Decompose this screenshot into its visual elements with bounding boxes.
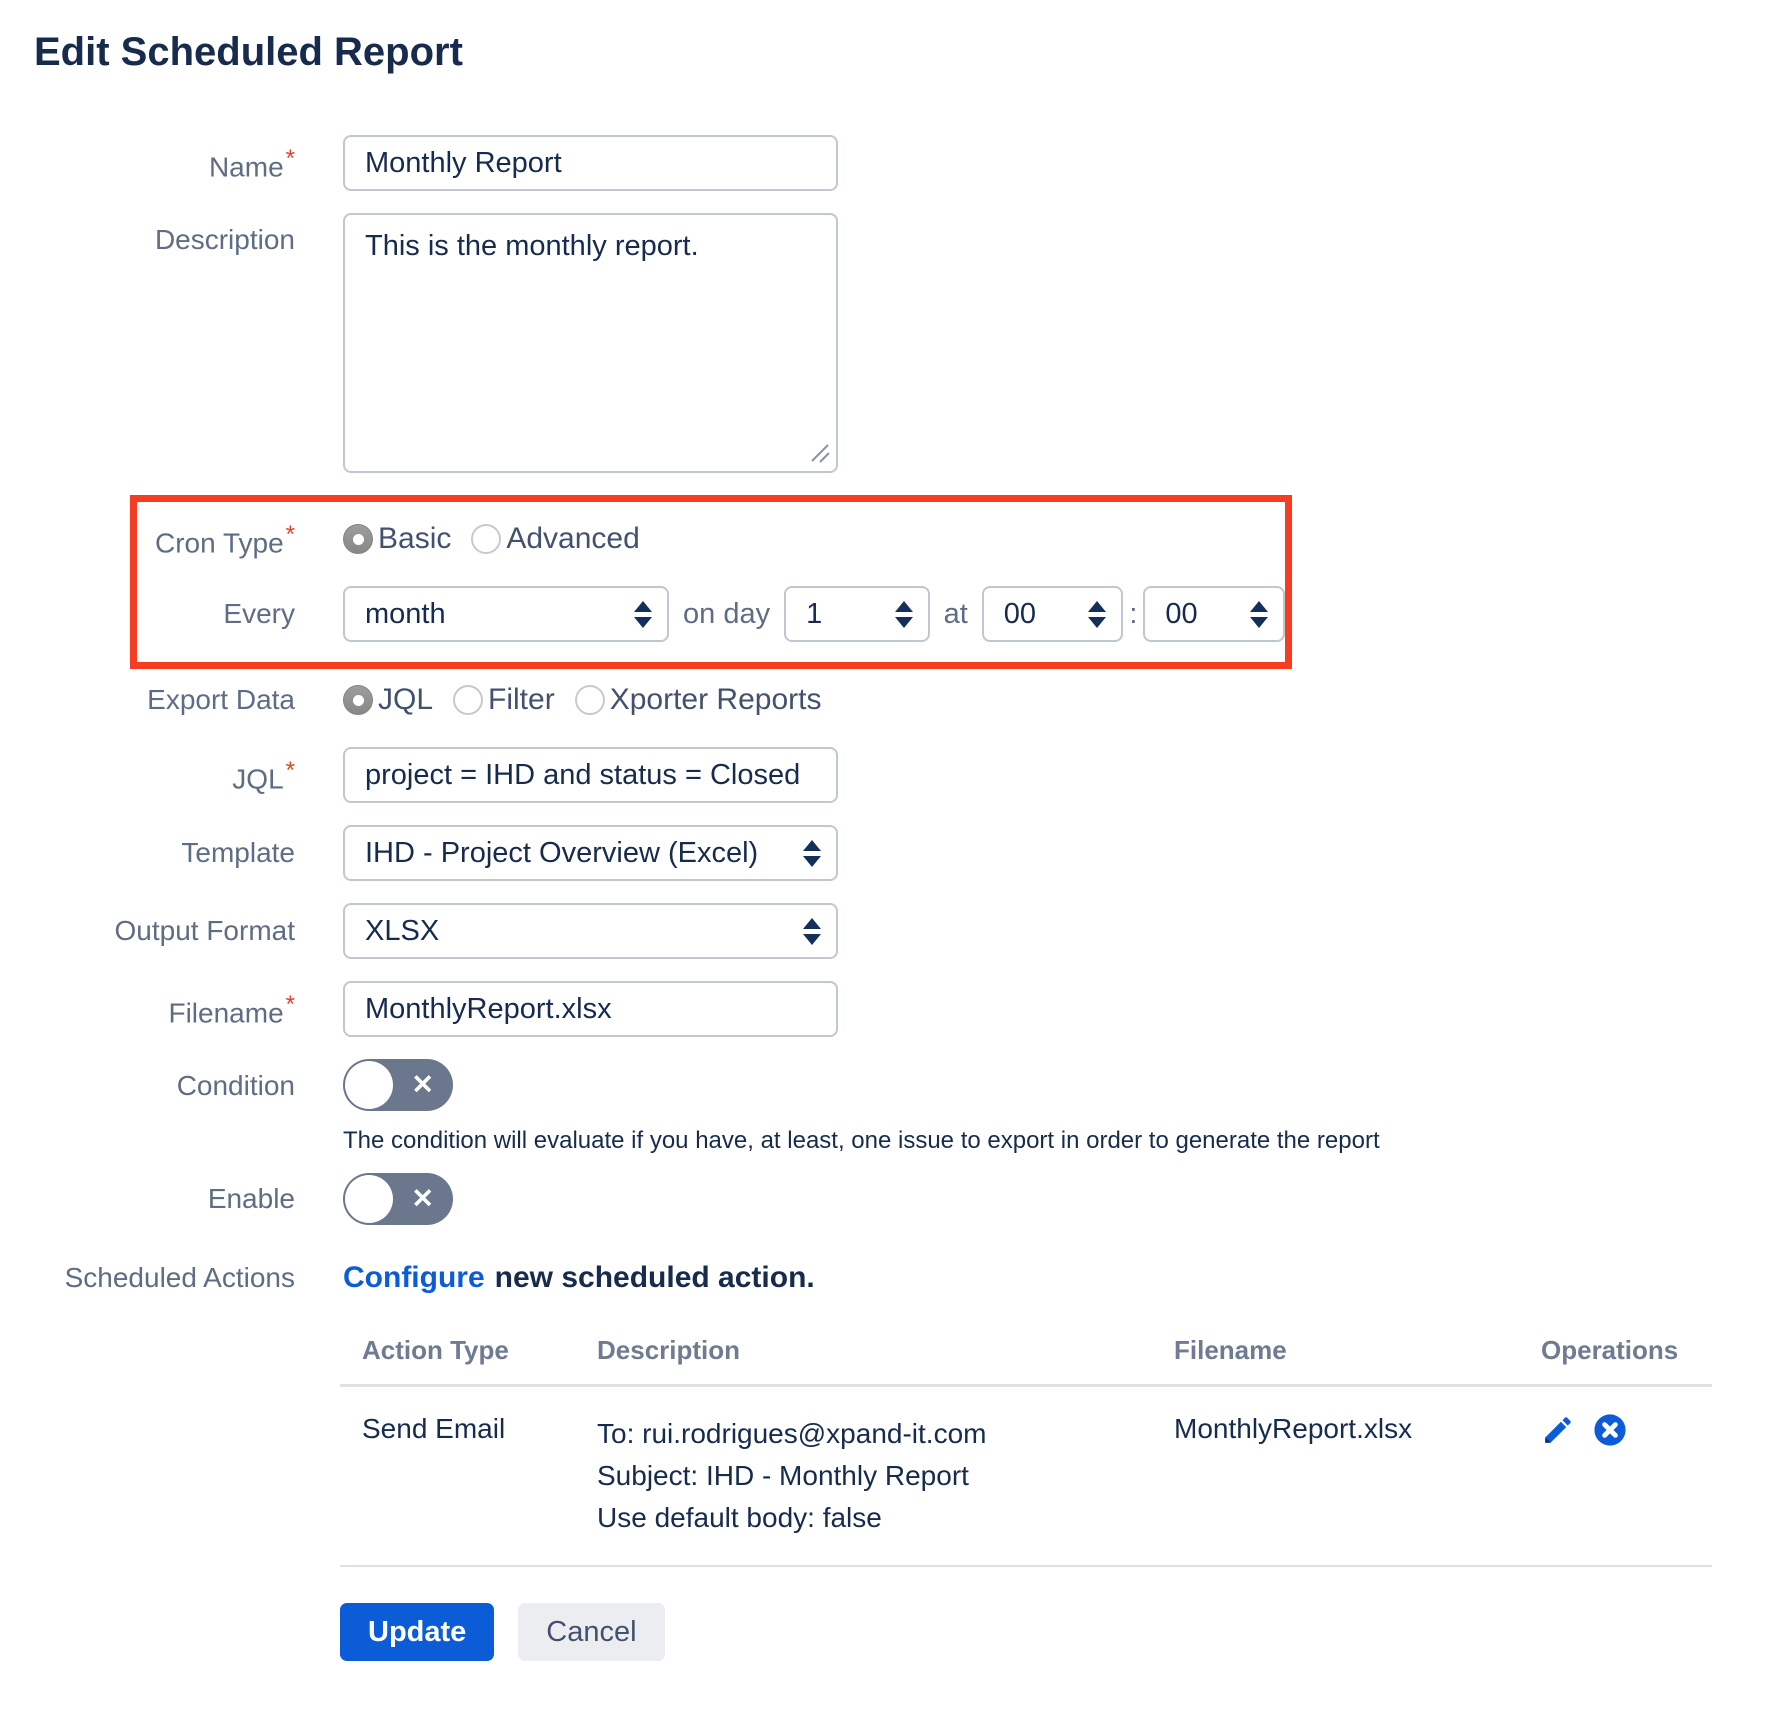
toggle-knob xyxy=(345,1175,393,1223)
cron-type-row: Cron Type* Basic Advanced xyxy=(137,518,1285,560)
jql-input[interactable] xyxy=(343,747,838,803)
cell-operations xyxy=(1541,1413,1712,1539)
filename-label: Filename* xyxy=(0,988,295,1030)
header-action-type: Action Type xyxy=(362,1335,597,1366)
export-data-option-filter[interactable]: Filter xyxy=(453,683,555,717)
scheduled-actions-row: Scheduled Actions Configure new scheduled… xyxy=(0,1261,1792,1295)
update-button[interactable]: Update xyxy=(340,1603,494,1661)
name-row: Name* xyxy=(0,135,1792,191)
scheduled-actions-line: Configure new scheduled action. xyxy=(343,1261,815,1295)
radio-unselected-icon xyxy=(471,524,501,554)
configure-rest-text: new scheduled action. xyxy=(495,1261,815,1294)
cancel-button[interactable]: Cancel xyxy=(518,1603,664,1661)
header-description: Description xyxy=(597,1335,1174,1366)
export-data-option-jql[interactable]: JQL xyxy=(343,683,433,717)
toggle-off-icon: ✕ xyxy=(411,1184,434,1215)
every-unit-select[interactable]: month xyxy=(343,586,669,642)
output-format-select[interactable]: XLSX xyxy=(343,903,838,959)
template-row: Template IHD - Project Overview (Excel) xyxy=(0,825,1792,881)
toggle-off-icon: ✕ xyxy=(411,1070,434,1101)
required-asterisk: * xyxy=(286,145,295,172)
edit-icon[interactable] xyxy=(1541,1413,1575,1447)
form-buttons: Update Cancel xyxy=(340,1603,1792,1661)
cron-type-option-basic[interactable]: Basic xyxy=(343,522,451,556)
edit-scheduled-report-page: Edit Scheduled Report Name* Description … xyxy=(0,0,1792,1661)
enable-label: Enable xyxy=(0,1182,295,1216)
page-title: Edit Scheduled Report xyxy=(34,30,1792,75)
name-input[interactable] xyxy=(343,135,838,191)
table-row: Send Email To: rui.rodrigues@xpand-it.co… xyxy=(340,1387,1712,1567)
cell-filename: MonthlyReport.xlsx xyxy=(1174,1413,1541,1539)
description-textarea[interactable]: This is the monthly report. xyxy=(343,213,838,473)
scheduled-actions-label: Scheduled Actions xyxy=(0,1261,295,1295)
select-spinner-icon xyxy=(634,601,652,628)
select-spinner-icon xyxy=(803,918,821,945)
scheduled-report-form: Name* Description This is the monthly re… xyxy=(0,135,1792,1661)
required-asterisk: * xyxy=(286,757,295,784)
on-day-label: on day xyxy=(683,598,770,631)
table-header-row: Action Type Description Filename Operati… xyxy=(340,1335,1712,1387)
minute-select[interactable]: 00 xyxy=(1143,586,1285,642)
enable-row: Enable ✕ xyxy=(0,1173,1792,1225)
header-filename: Filename xyxy=(1174,1335,1541,1366)
select-spinner-icon xyxy=(895,601,913,628)
condition-label: Condition xyxy=(0,1069,295,1103)
required-asterisk: * xyxy=(286,521,295,548)
description-row: Description This is the monthly report. xyxy=(0,213,1792,473)
select-spinner-icon xyxy=(1088,601,1106,628)
hour-select[interactable]: 00 xyxy=(982,586,1124,642)
export-data-label: Export Data xyxy=(0,683,295,717)
cell-action-type: Send Email xyxy=(362,1413,597,1539)
cron-type-label: Cron Type* xyxy=(137,518,295,560)
description-label: Description xyxy=(0,223,295,257)
time-separator: : xyxy=(1129,598,1137,631)
name-label: Name* xyxy=(0,142,295,184)
day-select[interactable]: 1 xyxy=(784,586,930,642)
output-format-label: Output Format xyxy=(0,914,295,948)
cell-description: To: rui.rodrigues@xpand-it.com Subject: … xyxy=(597,1413,1174,1539)
required-asterisk: * xyxy=(286,991,295,1018)
export-data-row: Export Data JQL Filter Xporter Reports xyxy=(0,683,1792,717)
condition-help-text: The condition will evaluate if you have,… xyxy=(343,1127,1380,1155)
every-row: Every month on day 1 at 00 : 00 xyxy=(137,586,1285,642)
condition-toggle[interactable]: ✕ xyxy=(343,1059,453,1111)
radio-selected-icon xyxy=(343,685,373,715)
toggle-knob xyxy=(345,1061,393,1109)
template-label: Template xyxy=(0,836,295,870)
cron-highlight-box: Cron Type* Basic Advanced Every month xyxy=(130,495,1292,669)
export-data-radio-group: JQL Filter Xporter Reports xyxy=(343,683,821,717)
jql-row: JQL* xyxy=(0,747,1792,803)
cron-type-option-advanced[interactable]: Advanced xyxy=(471,522,639,556)
delete-icon[interactable] xyxy=(1593,1413,1627,1447)
radio-unselected-icon xyxy=(575,685,605,715)
filename-input[interactable] xyxy=(343,981,838,1037)
every-label: Every xyxy=(137,597,295,631)
header-operations: Operations xyxy=(1541,1335,1712,1366)
output-format-row: Output Format XLSX xyxy=(0,903,1792,959)
select-spinner-icon xyxy=(1250,601,1268,628)
select-spinner-icon xyxy=(803,840,821,867)
scheduled-actions-table: Action Type Description Filename Operati… xyxy=(340,1335,1712,1567)
at-label: at xyxy=(944,598,968,631)
condition-row: Condition ✕ The condition will evaluate … xyxy=(0,1059,1792,1155)
filename-row: Filename* xyxy=(0,981,1792,1037)
configure-link[interactable]: Configure xyxy=(343,1261,485,1294)
radio-selected-icon xyxy=(343,524,373,554)
enable-toggle[interactable]: ✕ xyxy=(343,1173,453,1225)
radio-unselected-icon xyxy=(453,685,483,715)
cron-type-radio-group: Basic Advanced xyxy=(343,522,640,556)
export-data-option-xporter-reports[interactable]: Xporter Reports xyxy=(575,683,822,717)
jql-label: JQL* xyxy=(0,754,295,796)
template-select[interactable]: IHD - Project Overview (Excel) xyxy=(343,825,838,881)
